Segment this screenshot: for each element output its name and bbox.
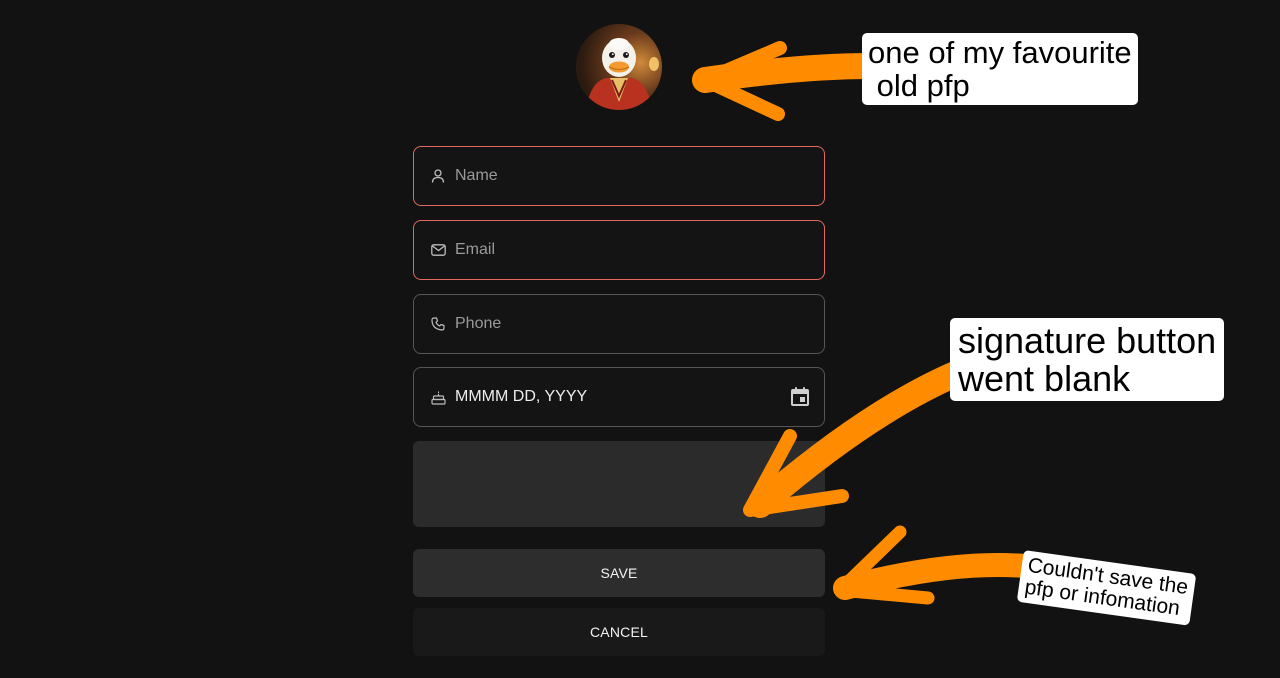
duck-avatar-image xyxy=(576,24,662,110)
name-placeholder: Name xyxy=(455,167,498,184)
signature-button[interactable] xyxy=(413,441,825,527)
annotation-avatar-note: one of my favourite old pfp xyxy=(862,33,1138,106)
phone-icon xyxy=(430,316,446,332)
phone-placeholder: Phone xyxy=(455,315,502,332)
birthday-field[interactable]: MMMM DD, YYYY xyxy=(413,367,825,427)
phone-field[interactable]: Phone xyxy=(413,294,825,354)
save-button[interactable]: SAVE xyxy=(413,549,825,597)
email-field[interactable]: Email xyxy=(413,220,825,280)
annotation-save-note: Couldn't save the pfp or infomation xyxy=(1016,550,1196,626)
birthday-value: MMMM DD, YYYY xyxy=(455,388,588,405)
cancel-button[interactable]: CANCEL xyxy=(413,608,825,656)
email-placeholder: Email xyxy=(455,241,496,258)
arrow-to-avatar xyxy=(692,53,885,93)
arrow-to-save xyxy=(833,552,1037,600)
person-icon xyxy=(430,168,446,184)
annotation-signature-note: signature button went blank xyxy=(950,318,1225,401)
arrowhead-save xyxy=(833,525,935,605)
mail-icon xyxy=(430,242,446,258)
name-field[interactable]: Name xyxy=(413,146,825,206)
calendar-icon[interactable] xyxy=(788,385,812,409)
arrowhead-avatar xyxy=(698,41,787,121)
avatar[interactable] xyxy=(576,24,662,110)
cake-icon xyxy=(430,389,446,405)
